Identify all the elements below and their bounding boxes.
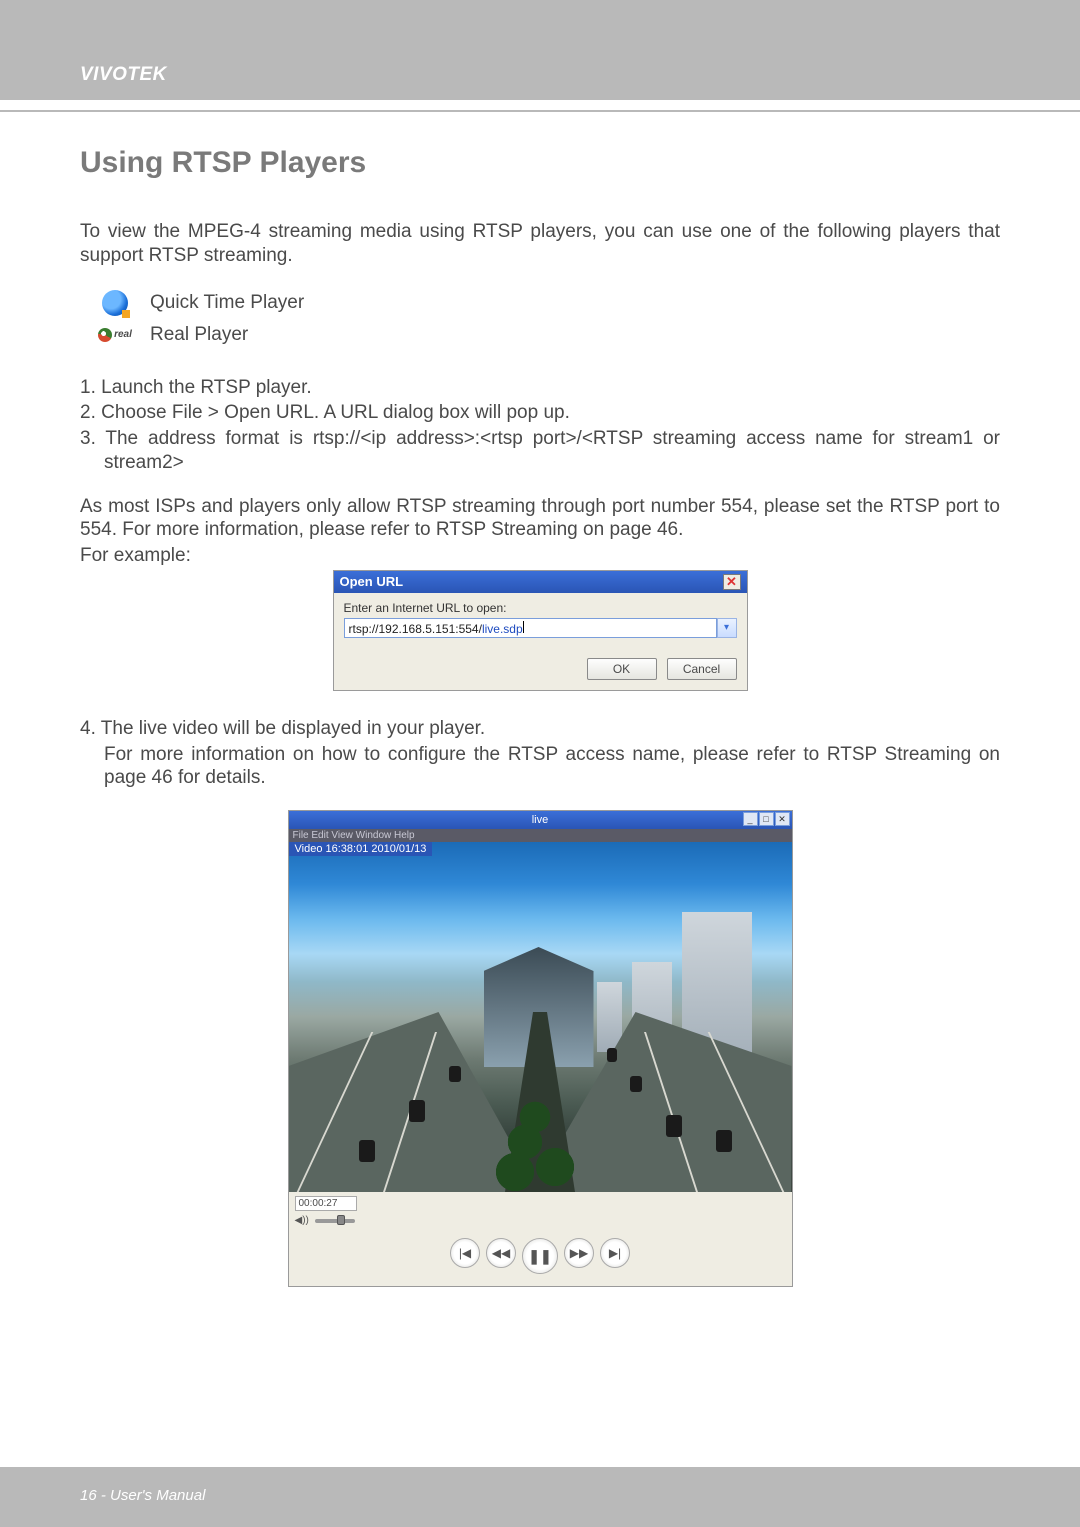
steps-list: 1. Launch the RTSP player. 2. Choose Fil… [80, 376, 1000, 475]
close-window-icon[interactable]: ✕ [775, 812, 790, 826]
open-url-dialog-wrap: Open URL ✕ Enter an Internet URL to open… [80, 570, 1000, 691]
footer-bar: 16 - User's Manual [0, 1467, 1080, 1527]
ok-button[interactable]: OK [587, 658, 657, 680]
player-title: live [532, 814, 549, 826]
car-graphic [409, 1100, 425, 1122]
quicktime-row: Quick Time Player [98, 290, 1000, 316]
forward-button[interactable]: ▶▶ [564, 1238, 594, 1268]
pause-button[interactable]: ❚❚ [522, 1238, 558, 1274]
dialog-buttons: OK Cancel [334, 648, 747, 690]
step-4-cont: For more information on how to configure… [80, 743, 1000, 791]
open-url-dialog: Open URL ✕ Enter an Internet URL to open… [333, 570, 748, 691]
quicktime-icon [98, 290, 132, 316]
playback-controls: |◀ ◀◀ ❚❚ ▶▶ ▶| [289, 1232, 792, 1286]
brand-text: VIVOTEK [80, 64, 167, 85]
building-graphic [597, 982, 622, 1052]
volume-icon[interactable]: ◀)) [295, 1215, 309, 1226]
car-graphic [630, 1076, 642, 1092]
note-paragraph: As most ISPs and players only allow RTSP… [80, 495, 1000, 543]
minimize-icon[interactable]: _ [743, 812, 758, 826]
car-graphic [359, 1140, 375, 1162]
intro-paragraph: To view the MPEG-4 streaming media using… [80, 220, 1000, 268]
quicktime-label: Quick Time Player [150, 292, 304, 314]
url-input[interactable]: rtsp://192.168.5.151:554/live.sdp [344, 618, 717, 638]
player-titlebar: live _ □ ✕ [289, 811, 792, 829]
dialog-titlebar: Open URL ✕ [334, 571, 747, 593]
car-graphic [449, 1066, 461, 1082]
realplayer-icon: real [98, 325, 132, 345]
car-graphic [607, 1048, 617, 1062]
steps-list-2: 4. The live video will be displayed in y… [80, 717, 1000, 790]
step-4: 4. The live video will be displayed in y… [80, 717, 1000, 741]
step-1: 1. Launch the RTSP player. [80, 376, 1000, 400]
prev-button[interactable]: |◀ [450, 1238, 480, 1268]
next-button[interactable]: ▶| [600, 1238, 630, 1268]
volume-slider[interactable] [315, 1219, 355, 1223]
player-screenshot: live _ □ ✕ File Edit View Window Help Vi… [288, 810, 793, 1287]
example-label: For example: [80, 544, 1000, 568]
section-title: Using RTSP Players [80, 146, 1000, 180]
realplayer-label: Real Player [150, 324, 248, 346]
step-3: 3. The address format is rtsp://<ip addr… [80, 427, 1000, 475]
step-2: 2. Choose File > Open URL. A URL dialog … [80, 401, 1000, 425]
page-content: Using RTSP Players To view the MPEG-4 st… [0, 112, 1080, 1287]
players-list: Quick Time Player real Real Player [98, 290, 1000, 346]
cancel-button[interactable]: Cancel [667, 658, 737, 680]
player-menu[interactable]: File Edit View Window Help [289, 829, 792, 842]
video-area: Video 16:38:01 2010/01/13 [289, 842, 792, 1192]
time-bar: 00:00:27 [289, 1192, 792, 1215]
close-icon[interactable]: ✕ [723, 574, 741, 590]
window-controls: _ □ ✕ [743, 812, 790, 826]
rewind-button[interactable]: ◀◀ [486, 1238, 516, 1268]
realplayer-row: real Real Player [98, 324, 1000, 346]
url-label: Enter an Internet URL to open: [344, 601, 737, 615]
maximize-icon[interactable]: □ [759, 812, 774, 826]
trees-graphic [495, 1072, 585, 1192]
volume-row: ◀)) [289, 1215, 792, 1232]
dialog-body: Enter an Internet URL to open: rtsp://19… [334, 593, 747, 648]
footer-text: 16 - User's Manual [80, 1487, 205, 1504]
video-overlay-text: Video 16:38:01 2010/01/13 [289, 842, 433, 856]
time-display: 00:00:27 [295, 1196, 357, 1211]
dialog-title: Open URL [340, 574, 404, 589]
header-bar: VIVOTEK [0, 0, 1080, 100]
car-graphic [666, 1115, 682, 1137]
car-graphic [716, 1130, 732, 1152]
dropdown-icon[interactable]: ▾ [717, 618, 737, 638]
